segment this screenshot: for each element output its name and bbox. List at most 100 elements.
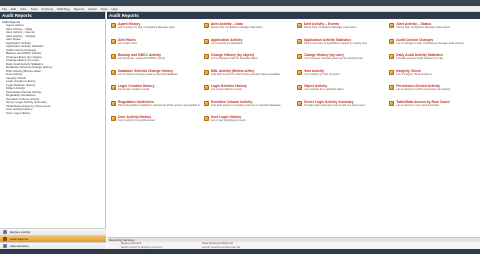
report-item[interactable]: Server Login Activity Summary Provides lo… <box>295 100 386 116</box>
report-icon <box>296 23 302 28</box>
report-description: List of activity for which permission wa… <box>396 88 451 91</box>
report-item[interactable]: Change History (by object) List of change… <box>202 53 293 69</box>
nav-explore-activity-label: Explore Activity <box>10 230 31 234</box>
nav-audit-reports-label: Audit Reports <box>10 237 29 241</box>
menu-reports[interactable]: Reports <box>74 7 85 11</box>
report-description: List of alert rules <box>118 41 138 45</box>
report-icon <box>389 38 395 44</box>
sidebar: Audit Reports Audit Reports Agent Histor… <box>0 12 106 249</box>
report-description: List of integrity check problems <box>396 72 432 76</box>
report-item[interactable]: Host Activity List of activity by host co… <box>295 69 386 85</box>
menu-view[interactable]: View <box>20 7 26 11</box>
menu-file[interactable]: File <box>2 7 7 11</box>
report-icon <box>203 54 209 59</box>
report-item[interactable]: Application Activity Statistics Activity … <box>295 38 386 54</box>
report-icon <box>111 23 116 28</box>
report-description: List of security changes performed by sp… <box>303 57 364 60</box>
report-item[interactable]: Agent History List of activity by SQL Com… <box>109 22 200 38</box>
report-item[interactable]: User Login History List of user login/log… <box>202 115 293 131</box>
report-item[interactable]: Daily Audit Activity Statistics Provides … <box>387 53 478 69</box>
report-description: List of changes made for specified objec… <box>210 57 258 60</box>
report-item[interactable]: DML Activity (Before-After) Lists DML eve… <box>202 69 293 85</box>
report-icon <box>389 54 395 59</box>
report-tree: Audit Reports Agent History Alert Activit… <box>0 19 105 207</box>
audit-reports-icon <box>3 237 7 241</box>
report-grid: Agent History List of activity by SQL Com… <box>109 22 478 131</box>
report-icon <box>111 100 116 106</box>
main-title: Audit Reports <box>107 12 480 19</box>
report-icon <box>389 100 395 106</box>
report-description: List of activity for specified users <box>118 119 156 122</box>
navigation-pane: Explore Activity Audit Reports Administr… <box>0 228 106 249</box>
tree-item[interactable]: User Login History <box>2 112 103 116</box>
report-item[interactable]: Alert Activity – Data Shows SQL Complianc… <box>202 22 293 38</box>
report-item[interactable]: Database Schema Change History List of sc… <box>109 69 200 85</box>
report-item[interactable]: Audit Control Changes List of changes to … <box>387 38 478 54</box>
report-description: List of activity by host computer <box>303 72 340 76</box>
report-item[interactable]: Application Activity List of activity by … <box>202 38 293 54</box>
report-item[interactable]: Integrity Check List of integrity check p… <box>387 69 478 85</box>
report-item[interactable]: User Activity History List of activity fo… <box>109 115 200 131</box>
status-bar <box>0 249 480 254</box>
report-icon <box>296 54 302 59</box>
report-description: List of login creation events <box>118 88 150 91</box>
report-icon <box>389 23 395 28</box>
report-icon <box>111 116 116 121</box>
report-icon <box>111 54 116 59</box>
report-icon <box>389 69 395 75</box>
report-item[interactable]: Table/Data Access by Row Count List of ac… <box>387 100 478 116</box>
report-item[interactable]: Object Activity List of activity for a sp… <box>295 84 386 100</box>
report-icon <box>296 85 302 90</box>
report-item[interactable]: Alert Activity – Events Shows SQL Complia… <box>295 22 386 38</box>
report-icon <box>203 100 209 106</box>
report-item[interactable]: Regulation Guidelines Shows Regulation Gu… <box>109 100 200 116</box>
report-icon <box>203 116 209 121</box>
report-item[interactable]: Change History (by user) List of security… <box>295 53 386 69</box>
nav-explore-activity[interactable]: Explore Activity <box>0 228 106 235</box>
report-icon <box>203 38 209 44</box>
report-icon <box>203 69 209 75</box>
menu-watchlog[interactable]: Watchlog <box>57 7 69 11</box>
menu-tools-2[interactable]: Tools <box>100 7 107 11</box>
nav-audit-reports[interactable]: Audit Reports <box>0 235 106 242</box>
report-item[interactable]: Login Creation History List of login crea… <box>109 84 200 100</box>
report-description: Shows SQL Compliance Manager event alert… <box>303 26 357 29</box>
view-deployed-reports-link[interactable]: View Deployed Reports Launch reporting s… <box>202 241 241 248</box>
report-description: List of activity by row count threshold <box>396 103 439 107</box>
report-icon <box>296 100 302 106</box>
menu-edit[interactable]: Edit <box>11 7 16 11</box>
report-description: Activity summary of applications ranked … <box>303 41 368 45</box>
report-description: List of activity for a specified object <box>303 88 344 91</box>
menu-help[interactable]: Help <box>111 7 117 11</box>
menu-guard[interactable]: Guard <box>88 7 96 11</box>
deploy-reports-link[interactable]: Deploy Reports Deploy reports to Reporti… <box>121 241 162 248</box>
report-item[interactable]: Login Deletion History List of login dele… <box>202 84 293 100</box>
report-description: List of activity by SQL Compliance Manag… <box>118 26 176 29</box>
report-description: Shows SQL Compliance Manager status aler… <box>396 26 450 29</box>
menu-tools-1[interactable]: Tools <box>30 7 37 11</box>
menu-findlog[interactable]: Find/Log <box>41 7 53 11</box>
report-icon <box>389 85 395 90</box>
nav-administration-label: Administration <box>10 244 30 248</box>
report-description: List of login deletion events <box>210 88 243 91</box>
report-icon <box>111 38 116 44</box>
report-icon <box>111 85 116 90</box>
report-description: List of user login/logout events <box>210 119 246 122</box>
report-item[interactable]: Permission Denied Activity List of activi… <box>387 84 478 100</box>
report-description: List of changes to SQL Compliance Manage… <box>396 41 464 45</box>
report-description: Provides per-hour audit statistics per d… <box>396 57 444 60</box>
report-icon <box>203 85 209 90</box>
report-description: List of schema changes made to specified… <box>118 72 178 76</box>
report-item[interactable]: Alert Rules List of alert rules <box>109 38 200 54</box>
report-description: List of activity by application <box>210 41 243 45</box>
report-item[interactable]: Backup and DBCC Activity List of backup, … <box>109 53 200 69</box>
nav-administration[interactable]: Administration <box>0 242 106 249</box>
explore-activity-icon <box>3 230 7 234</box>
report-description: List of backup, restore and DBCC activit… <box>118 57 166 60</box>
report-icon <box>296 69 302 75</box>
sidebar-title: Audit Reports <box>0 12 105 19</box>
report-icon <box>111 69 116 75</box>
report-item[interactable]: Sensitive Column Activity Lists data acce… <box>202 100 293 116</box>
report-item[interactable]: Alert Activity – Status Shows SQL Complia… <box>387 22 478 38</box>
main-panel: Audit Reports Agent History List of activ… <box>107 12 480 249</box>
